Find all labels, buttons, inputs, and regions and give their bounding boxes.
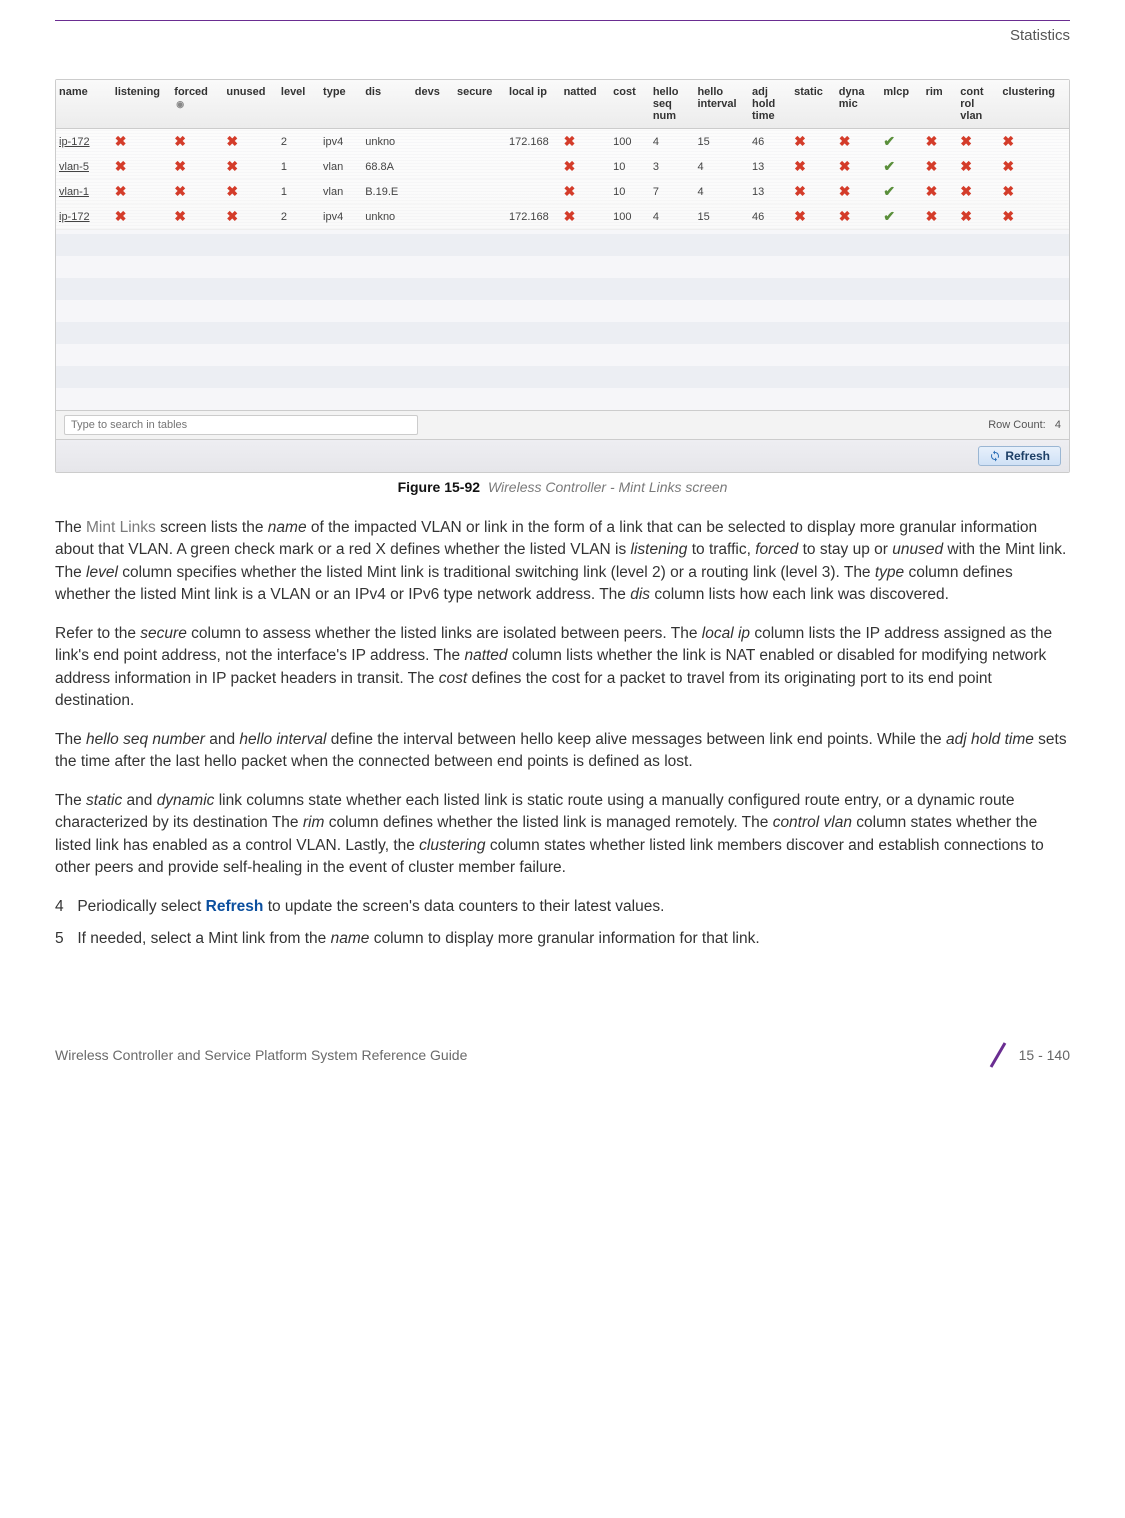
page-footer: Wireless Controller and Service Platform… (55, 1041, 1070, 1069)
x-icon: ✖ (226, 133, 238, 149)
x-icon: ✖ (1002, 133, 1014, 149)
table-row: ip-172✖✖✖2ipv4unkno172.168✖10041546✖✖✔✖✖… (56, 204, 1069, 229)
x-icon: ✖ (960, 183, 972, 199)
refresh-button-label: Refresh (1005, 449, 1050, 463)
x-icon: ✖ (960, 133, 972, 149)
x-icon: ✖ (960, 208, 972, 224)
col-listening[interactable]: listening (112, 80, 172, 129)
empty-rows-area (56, 229, 1069, 410)
mint-links-screenshot: name listening forced ◉ unused level typ… (55, 79, 1070, 473)
footer-decor-icon (987, 1041, 1009, 1069)
x-icon: ✖ (794, 208, 806, 224)
body-paragraph-4: The static and dynamic link columns stat… (55, 790, 1070, 880)
table-row: ip-172✖✖✖2ipv4unkno172.168✖10041546✖✖✔✖✖… (56, 129, 1069, 155)
table-header-row: name listening forced ◉ unused level typ… (56, 80, 1069, 129)
x-icon: ✖ (115, 133, 127, 149)
refresh-button[interactable]: Refresh (978, 446, 1061, 466)
check-icon: ✔ (883, 158, 895, 174)
row-count-label: Row Count: (988, 419, 1045, 431)
x-icon: ✖ (174, 208, 186, 224)
x-icon: ✖ (1002, 208, 1014, 224)
x-icon: ✖ (926, 208, 938, 224)
x-icon: ✖ (564, 133, 576, 149)
col-level[interactable]: level (278, 80, 320, 129)
col-local-ip[interactable]: local ip (506, 80, 561, 129)
x-icon: ✖ (174, 183, 186, 199)
x-icon: ✖ (174, 158, 186, 174)
step-4: 4 Periodically select Refresh to update … (55, 896, 1070, 918)
x-icon: ✖ (926, 158, 938, 174)
col-forced-label: forced (174, 86, 208, 98)
name-link[interactable]: ip-172 (56, 129, 112, 155)
x-icon: ✖ (926, 183, 938, 199)
name-link[interactable]: vlan-5 (56, 154, 112, 179)
col-mlcp[interactable]: mlcp (880, 80, 922, 129)
footer-left: Wireless Controller and Service Platform… (55, 1047, 467, 1063)
x-icon: ✖ (1002, 183, 1014, 199)
body-paragraph-2: Refer to the secure column to assess whe… (55, 623, 1070, 713)
x-icon: ✖ (115, 183, 127, 199)
x-icon: ✖ (226, 158, 238, 174)
table-row: vlan-5✖✖✖1vlan68.8A✖103413✖✖✔✖✖✖ (56, 154, 1069, 179)
x-icon: ✖ (926, 133, 938, 149)
col-clustering[interactable]: clustering (999, 80, 1069, 129)
body-paragraph-3: The hello seq number and hello interval … (55, 729, 1070, 774)
check-icon: ✔ (883, 183, 895, 199)
search-input[interactable] (64, 415, 418, 435)
x-icon: ✖ (226, 208, 238, 224)
col-dis[interactable]: dis (362, 80, 412, 129)
table-row: vlan-1✖✖✖1vlanB.19.E✖107413✖✖✔✖✖✖ (56, 179, 1069, 204)
sort-indicator-icon: ◉ (176, 99, 184, 110)
col-cost[interactable]: cost (610, 80, 650, 129)
x-icon: ✖ (960, 158, 972, 174)
mint-links-table: name listening forced ◉ unused level typ… (56, 80, 1069, 229)
x-icon: ✖ (115, 158, 127, 174)
x-icon: ✖ (564, 183, 576, 199)
refresh-icon (989, 450, 1001, 462)
col-rim[interactable]: rim (923, 80, 958, 129)
x-icon: ✖ (839, 158, 851, 174)
running-header: Statistics (55, 27, 1070, 44)
x-icon: ✖ (839, 183, 851, 199)
button-bar: Refresh (56, 439, 1069, 472)
figure-caption: Figure 15-92 Wireless Controller - Mint … (55, 479, 1070, 495)
figure-label: Figure 15-92 (398, 479, 480, 495)
col-natted[interactable]: natted (561, 80, 611, 129)
col-secure[interactable]: secure (454, 80, 506, 129)
x-icon: ✖ (794, 183, 806, 199)
col-unused[interactable]: unused (223, 80, 278, 129)
x-icon: ✖ (794, 133, 806, 149)
x-icon: ✖ (226, 183, 238, 199)
col-hello-interval[interactable]: hello interval (694, 80, 749, 129)
x-icon: ✖ (115, 208, 127, 224)
col-hello-seq[interactable]: hello seq num (650, 80, 695, 129)
x-icon: ✖ (1002, 158, 1014, 174)
col-control-vlan[interactable]: cont rol vlan (957, 80, 999, 129)
x-icon: ✖ (839, 133, 851, 149)
col-name[interactable]: name (56, 80, 112, 129)
name-link[interactable]: ip-172 (56, 204, 112, 229)
col-type[interactable]: type (320, 80, 362, 129)
col-dynamic[interactable]: dyna mic (836, 80, 881, 129)
x-icon: ✖ (174, 133, 186, 149)
check-icon: ✔ (883, 133, 895, 149)
x-icon: ✖ (564, 208, 576, 224)
col-adj-hold[interactable]: adj hold time (749, 80, 791, 129)
body-paragraph-1: The Mint Links screen lists the name of … (55, 517, 1070, 607)
x-icon: ✖ (794, 158, 806, 174)
name-link[interactable]: vlan-1 (56, 179, 112, 204)
figure-title: Wireless Controller - Mint Links screen (488, 479, 728, 495)
footer-page-number: 15 - 140 (1019, 1047, 1070, 1063)
col-forced[interactable]: forced ◉ (171, 80, 223, 129)
table-footer: Row Count: 4 (56, 410, 1069, 439)
check-icon: ✔ (883, 208, 895, 224)
col-static[interactable]: static (791, 80, 836, 129)
row-count-value: 4 (1055, 419, 1061, 431)
step-5: 5 If needed, select a Mint link from the… (55, 928, 1070, 950)
row-count: Row Count: 4 (988, 419, 1061, 431)
col-devs[interactable]: devs (412, 80, 454, 129)
x-icon: ✖ (564, 158, 576, 174)
x-icon: ✖ (839, 208, 851, 224)
